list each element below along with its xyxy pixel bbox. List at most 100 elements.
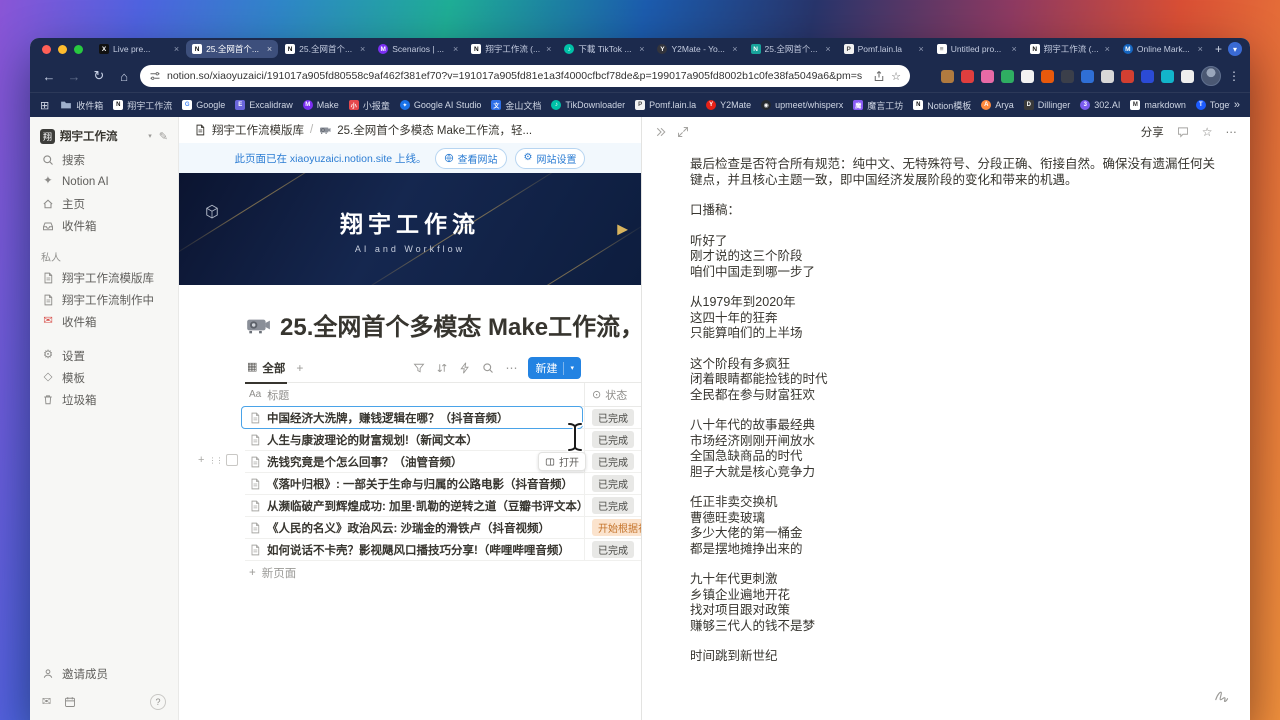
paragraph[interactable]: 八十年代的故事最经典市场经济刚刚开闸放水全国急缺商品的时代胆子大就是核心竞争力 [690,418,1216,480]
extension-icon[interactable] [1101,70,1114,83]
automation-icon[interactable] [459,362,471,374]
sidebar-item-翔宇工作流模版库[interactable]: 翔宇工作流模版库 [30,267,178,289]
sidebar-item-模板[interactable]: ◇模板 [30,367,178,389]
sort-icon[interactable] [436,362,448,374]
open-in-peek-button[interactable]: 打开 [538,452,586,471]
browser-tab[interactable]: N翔宇工作流 (...× [1024,40,1116,58]
bookmark-item[interactable]: GGoogle [177,100,230,110]
open-full-page-icon[interactable] [677,126,689,138]
sidebar-item-翔宇工作流制作中[interactable]: 翔宇工作流制作中 [30,289,178,311]
row-title-cell[interactable]: 中国经济大洗牌，赚钱逻辑在哪？（抖音音频） [245,407,584,428]
bookmark-item[interactable]: PPomf.lain.la [630,100,701,110]
bookmarks-overflow-icon[interactable]: » [1234,99,1240,111]
browser-menu-icon[interactable]: ⋮ [1228,69,1240,83]
workspace-switcher[interactable]: 翔 翔宇工作流 ▾ ✎ [30,123,178,149]
extension-icon[interactable] [1141,70,1154,83]
row-status-cell[interactable]: 已完成 [584,429,641,450]
tab-close-icon[interactable]: × [267,44,272,54]
bookmark-item[interactable]: EExcalidraw [230,100,298,110]
bookmark-item[interactable]: 收件箱 [55,99,108,112]
tab-search-button[interactable]: ▾ [1228,42,1242,56]
column-title[interactable]: Aa 标题 [245,387,584,403]
filter-icon[interactable] [413,362,425,374]
profile-avatar[interactable] [1201,66,1221,86]
paragraph[interactable]: 从1979年到2020年这四十年的狂奔只能算咱们的上半场 [690,295,1216,342]
table-row[interactable]: +⋮⋮洗钱究竟是个怎么回事？（油管音频）打开已完成 [245,451,641,473]
bookmark-item[interactable]: MMake [298,100,344,110]
play-button-icon[interactable]: ▶ [617,221,628,238]
sidebar-item-主页[interactable]: 主页 [30,193,178,215]
paragraph[interactable]: 九十年代更刺激乡镇企业遍地开花找对项目跟对政策赚够三代人的钱不是梦 [690,572,1216,634]
drag-handle-icon[interactable]: ⋮⋮ [208,456,222,465]
close-peek-icon[interactable] [655,126,667,138]
site-settings-button[interactable]: ⚙ 网站设置 [515,148,586,169]
new-tab-button[interactable]: + [1215,42,1222,56]
tab-close-icon[interactable]: × [1012,44,1017,54]
row-title-cell[interactable]: 如何说话不卡壳？影视飓风口播技巧分享!（哔哩哔哩音频） [245,539,584,560]
tab-close-icon[interactable]: × [360,44,365,54]
share-button[interactable]: 分享 [1141,124,1164,140]
table-row[interactable]: 中国经济大洗牌，赚钱逻辑在哪？（抖音音频）已完成 [245,407,641,429]
extension-icon[interactable] [1041,70,1054,83]
compose-icon[interactable]: ✎ [159,130,168,143]
row-title-cell[interactable]: 《人民的名义》政治风云: 沙瑞金的滑铁卢（抖音视频） [245,517,584,538]
favorite-star-icon[interactable]: ☆ [1202,125,1213,139]
paragraph[interactable]: 这个阶段有多疯狂闭着眼睛都能捡钱的时代全民都在参与财富狂欢 [690,357,1216,404]
column-status[interactable]: ⊙ 状态 [584,383,641,406]
new-page-button[interactable]: 新建 ▾ [528,357,581,379]
bookmark-item[interactable]: N翔宇工作流 [108,99,177,112]
forward-button[interactable]: → [65,69,83,84]
chevron-down-icon[interactable]: ▾ [570,364,574,372]
search-icon[interactable] [482,362,494,374]
row-status-cell[interactable]: 已完成 [584,451,641,472]
zoom-window-button[interactable] [74,45,83,54]
page-title[interactable]: 25.全网首个多模态 Make工作流，轻松从 [280,307,641,342]
notion-ai-button[interactable] [1214,688,1232,704]
calendar-icon[interactable] [64,696,76,708]
bookmark-item[interactable]: DDillinger [1019,100,1076,110]
bookmark-item[interactable]: 文金山文档 [486,99,546,112]
browser-tab[interactable]: XLive pre...× [93,40,185,58]
share-page-icon[interactable] [873,70,885,82]
sidebar-item-收件箱[interactable]: ✉收件箱 [30,311,178,333]
extension-icon[interactable] [941,70,954,83]
bookmark-item[interactable]: ◉upmeet/whisperx [756,100,848,110]
home-button[interactable]: ⌂ [115,69,133,84]
sidebar-item-搜索[interactable]: 搜索 [30,149,178,171]
sidebar-item-设置[interactable]: ⚙设置 [30,345,178,367]
extension-icon[interactable] [1061,70,1074,83]
extension-icon[interactable] [1001,70,1014,83]
tab-close-icon[interactable]: × [1198,44,1203,54]
page-cover[interactable]: 翔宇工作流 AI and Workflow ▶ [179,173,641,285]
bookmark-item[interactable]: NNotion模板 [908,99,976,112]
browser-tab[interactable]: ≡Untitled pro...× [931,40,1023,58]
tab-close-icon[interactable]: × [639,44,644,54]
browser-tab[interactable]: PPomf.lain.la× [838,40,930,58]
peek-content[interactable]: 最后检查是否符合所有规范：纯中文、无特殊符号、分段正确、衔接自然。确保没有遗漏任… [642,147,1250,720]
browser-tab[interactable]: MScenarios | ...× [372,40,464,58]
invite-members-button[interactable]: 邀请成员 [30,663,178,685]
url-text[interactable]: notion.so/xiaoyuzaici/191017a905fd80558c… [167,70,867,82]
paragraph[interactable]: 任正非卖交换机曹德旺卖玻璃多少大佬的第一桶金都是摆地摊挣出来的 [690,495,1216,557]
comments-icon[interactable] [1177,126,1189,138]
breadcrumb-current[interactable]: 25.全网首个多模态 Make工作流，轻... [337,122,532,138]
help-button[interactable]: ? [150,694,166,710]
bookmark-item[interactable]: 3302.AI [1075,100,1125,110]
bookmark-star-icon[interactable]: ☆ [891,70,901,83]
browser-tab[interactable]: N25.全网首个...× [186,40,278,58]
table-row[interactable]: 《人民的名义》政治风云: 沙瑞金的滑铁卢（抖音视频）开始根据视频 [245,517,641,539]
browser-tab[interactable]: N翔宇工作流 (...× [465,40,557,58]
paragraph[interactable]: 口播稿： [690,203,1216,219]
table-row[interactable]: 人生与康波理论的财富规划!（新闻文本）已完成 [245,429,641,451]
table-row[interactable]: 如何说话不卡壳？影视飓风口播技巧分享!（哔哩哔哩音频）已完成 [245,539,641,561]
row-status-cell[interactable]: 已完成 [584,473,641,494]
browser-tab[interactable]: N25.全网首个...× [279,40,371,58]
browser-tab[interactable]: ♪下載 TikTok ...× [558,40,650,58]
new-row-button[interactable]: + 新页面 [245,561,641,584]
sidebar-item-垃圾箱[interactable]: 垃圾箱 [30,389,178,411]
extension-icon[interactable] [1081,70,1094,83]
row-title-cell[interactable]: 人生与康波理论的财富规划!（新闻文本） [245,429,584,450]
row-title-cell[interactable]: 洗钱究竟是个怎么回事？（油管音频） [245,451,584,472]
back-button[interactable]: ← [40,69,58,84]
peek-menu-icon[interactable]: ⋯ [1226,125,1238,139]
